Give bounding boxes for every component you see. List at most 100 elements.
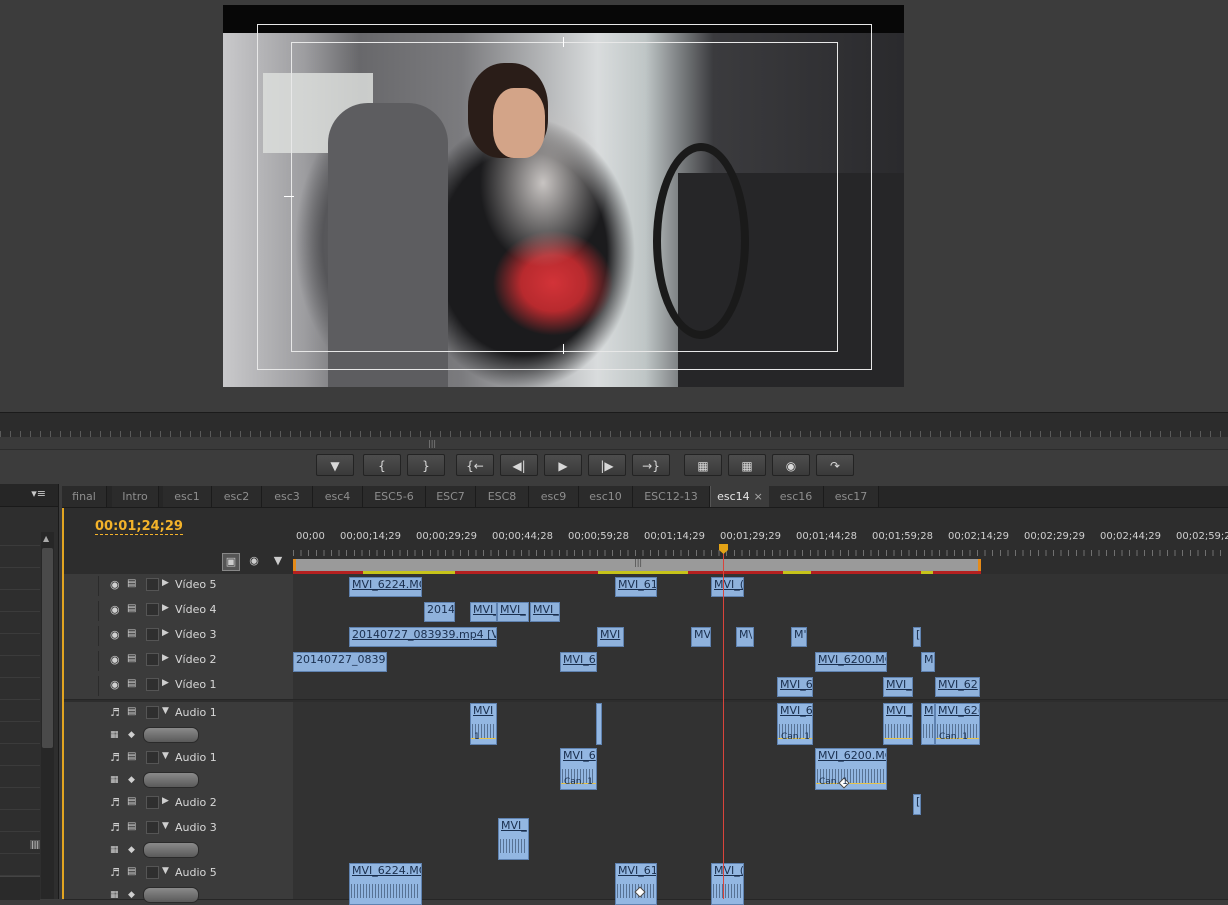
- waveform-toggle-icon[interactable]: ▦: [110, 775, 119, 785]
- tab-esc5-6[interactable]: ESC5-6: [363, 486, 426, 507]
- track-lane[interactable]: MVI_6 Can. 1 MVI_6200.MC Can. 1: [293, 747, 1228, 792]
- film-icon[interactable]: ▤: [127, 751, 136, 762]
- play-button[interactable]: ▶: [544, 454, 582, 476]
- linked-selection-icon[interactable]: ◉: [246, 553, 262, 569]
- speaker-icon[interactable]: ♬: [110, 796, 120, 809]
- film-icon[interactable]: ▤: [127, 603, 136, 614]
- eye-icon[interactable]: ◉: [110, 653, 120, 666]
- track-lane[interactable]: MVI 1 MVI_6 Can. 1 MVI_ M MVI_62(Can. 1: [293, 702, 1228, 747]
- volume-knob[interactable]: [143, 887, 199, 903]
- tab-esc12-13[interactable]: ESC12-13: [633, 486, 710, 507]
- tab-esc7[interactable]: ESC7: [426, 486, 476, 507]
- clip[interactable]: M: [921, 652, 935, 672]
- keyframe-diamond-icon[interactable]: ◆: [128, 775, 135, 785]
- clip[interactable]: M\: [736, 627, 754, 647]
- track-lane[interactable]: MVI_6224.MC MVI_61 MVI_(: [293, 862, 1228, 905]
- clip[interactable]: MVI_: [530, 602, 560, 622]
- button-editor-button[interactable]: ↷: [816, 454, 854, 476]
- waveform-toggle-icon[interactable]: ▦: [110, 730, 119, 740]
- timecode-display[interactable]: 00:01;24;29: [95, 519, 183, 535]
- tab-esc4[interactable]: esc4: [313, 486, 363, 507]
- clip[interactable]: MVI_: [883, 677, 913, 697]
- audio-clip[interactable]: [: [913, 794, 921, 815]
- monitor-scrub-ruler[interactable]: |||: [0, 412, 1228, 451]
- audio-clip[interactable]: MVI_: [498, 818, 529, 860]
- source-patch[interactable]: [68, 651, 99, 671]
- clip[interactable]: MVI_: [470, 602, 497, 622]
- expand-triangle-icon[interactable]: ▶: [162, 578, 169, 588]
- tab-esc9[interactable]: esc9: [529, 486, 579, 507]
- lift-button[interactable]: ▦: [684, 454, 722, 476]
- collapse-triangle-icon[interactable]: ▼: [162, 751, 169, 761]
- expand-triangle-icon[interactable]: ▶: [162, 603, 169, 613]
- zoom-scroll-bar[interactable]: [0, 437, 1228, 449]
- panel-menu-icon[interactable]: ▾≡: [31, 487, 46, 500]
- clip[interactable]: M': [791, 627, 807, 647]
- keyframe-diamond-icon[interactable]: ◆: [128, 845, 135, 855]
- clip[interactable]: MVI_6: [560, 652, 597, 672]
- audio-clip[interactable]: MVI_6 Can. 1: [777, 703, 813, 745]
- source-patch[interactable]: [68, 626, 99, 646]
- collapse-triangle-icon[interactable]: ▼: [162, 821, 169, 831]
- source-patch[interactable]: [68, 676, 99, 696]
- collapse-triangle-icon[interactable]: ▼: [162, 706, 169, 716]
- eye-icon[interactable]: ◉: [110, 578, 120, 591]
- audio-clip[interactable]: MVI_6 Can. 1: [560, 748, 597, 790]
- collapse-triangle-icon[interactable]: ▼: [162, 866, 169, 876]
- speaker-icon[interactable]: ♬: [110, 751, 120, 764]
- track-lane[interactable]: MVI_6 MVI_ MVI_62: [293, 674, 1228, 699]
- lock-toggle[interactable]: [146, 628, 159, 641]
- eye-icon[interactable]: ◉: [110, 678, 120, 691]
- extract-button[interactable]: ▦: [728, 454, 766, 476]
- film-icon[interactable]: ▤: [127, 678, 136, 689]
- speaker-icon[interactable]: ♬: [110, 866, 120, 879]
- export-frame-button[interactable]: ◉: [772, 454, 810, 476]
- track-lane[interactable]: MVI_6224.MC MVI_61 MVI_(: [293, 574, 1228, 599]
- source-patch[interactable]: [68, 576, 99, 596]
- film-icon[interactable]: ▤: [127, 628, 136, 639]
- audio-clip[interactable]: M: [921, 703, 935, 745]
- source-patch[interactable]: [68, 601, 99, 621]
- mark-in-button[interactable]: {: [363, 454, 401, 476]
- time-ruler[interactable]: 00;00 00;00;14;29 00;00;29;29 00;00;44;2…: [293, 528, 1228, 558]
- track-lane[interactable]: 20140727_083939.mp4 [V] MVI MV M\ M' [: [293, 624, 1228, 649]
- add-marker-button[interactable]: ▼: [316, 454, 354, 476]
- clip[interactable]: 20140727_083939.mp4 [V]: [349, 627, 497, 647]
- mark-out-button[interactable]: }: [407, 454, 445, 476]
- eye-icon[interactable]: ◉: [110, 603, 120, 616]
- work-area-grip-icon[interactable]: |||: [634, 558, 642, 567]
- clip[interactable]: MVI_: [497, 602, 529, 622]
- scroll-up-icon[interactable]: ▲: [43, 534, 49, 543]
- track-lane[interactable]: [: [293, 792, 1228, 817]
- add-marker-icon[interactable]: ▼: [270, 553, 286, 569]
- step-forward-button[interactable]: |▶: [588, 454, 626, 476]
- lock-toggle[interactable]: [146, 653, 159, 666]
- tab-esc10[interactable]: esc10: [579, 486, 633, 507]
- lock-toggle[interactable]: [146, 821, 159, 834]
- snap-icon[interactable]: ▣: [222, 553, 240, 571]
- lock-toggle[interactable]: [146, 866, 159, 879]
- film-icon[interactable]: ▤: [127, 578, 136, 589]
- volume-knob[interactable]: [143, 727, 199, 743]
- tab-esc16[interactable]: esc16: [769, 486, 824, 507]
- eye-icon[interactable]: ◉: [110, 628, 120, 641]
- go-to-out-button[interactable]: →}: [632, 454, 670, 476]
- close-tab-icon[interactable]: ×: [754, 490, 763, 503]
- audio-clip[interactable]: MVI_: [883, 703, 913, 745]
- clip[interactable]: MVI_(: [711, 577, 744, 597]
- film-icon[interactable]: ▤: [127, 821, 136, 832]
- lock-toggle[interactable]: [146, 603, 159, 616]
- tab-esc2[interactable]: esc2: [212, 486, 262, 507]
- volume-knob[interactable]: [143, 772, 199, 788]
- speaker-icon[interactable]: ♬: [110, 821, 120, 834]
- expand-triangle-icon[interactable]: ▶: [162, 653, 169, 663]
- clip[interactable]: 20140: [424, 602, 455, 622]
- playhead-line[interactable]: [723, 546, 724, 899]
- expand-triangle-icon[interactable]: ▶: [162, 628, 169, 638]
- volume-knob[interactable]: [143, 842, 199, 858]
- clip[interactable]: MVI_61: [615, 577, 657, 597]
- track-lane[interactable]: MVI_: [293, 817, 1228, 862]
- clip[interactable]: MVI_62: [935, 677, 980, 697]
- audio-clip[interactable]: MVI_6200.MC Can. 1: [815, 748, 887, 790]
- tab-esc17[interactable]: esc17: [824, 486, 879, 507]
